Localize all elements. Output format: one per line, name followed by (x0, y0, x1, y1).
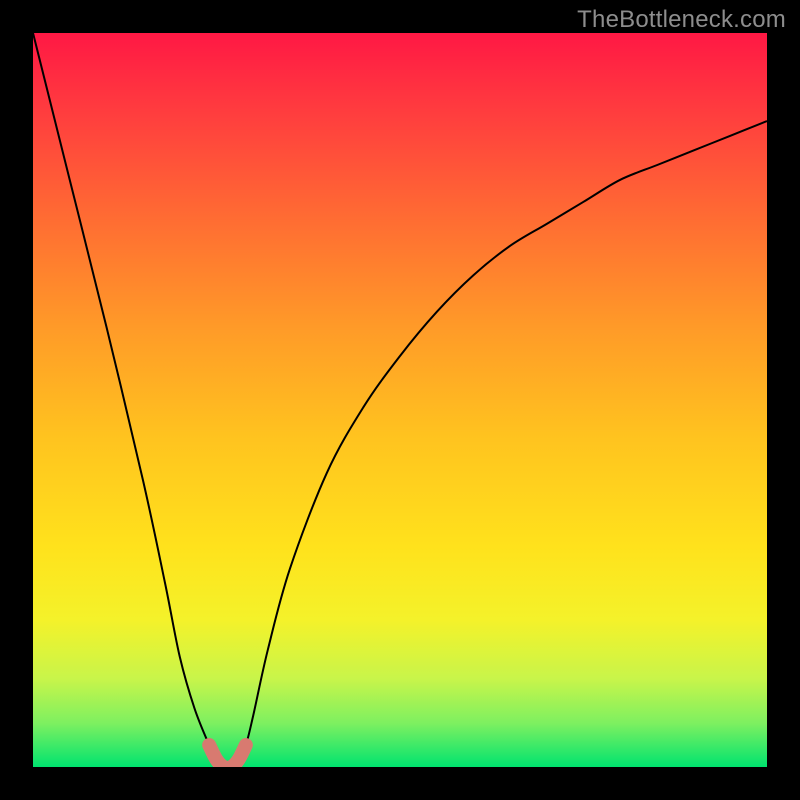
chart-frame: TheBottleneck.com (0, 0, 800, 800)
gradient-background (33, 33, 767, 767)
bottleneck-chart (33, 33, 767, 767)
watermark-text: TheBottleneck.com (577, 6, 786, 34)
